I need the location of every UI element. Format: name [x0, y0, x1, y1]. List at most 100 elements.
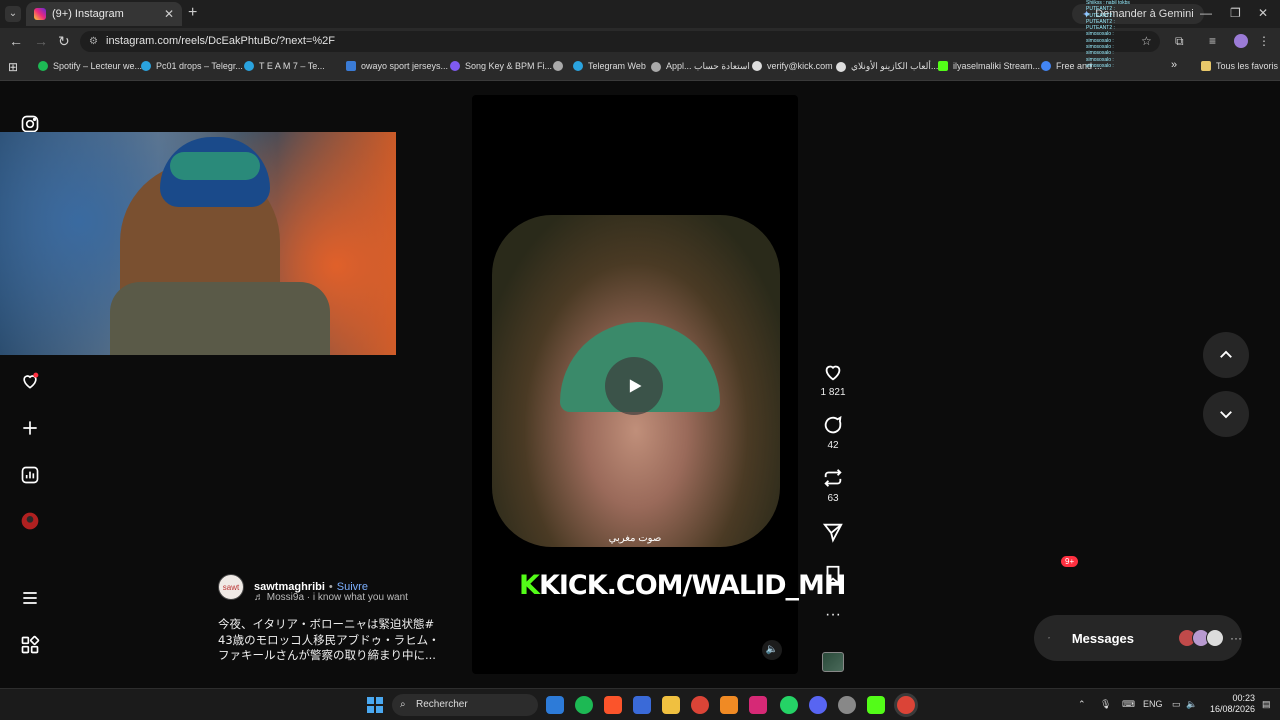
bookmark-item[interactable]: Pc01 drops – Telegr... — [141, 61, 243, 71]
share-action[interactable] — [818, 521, 848, 547]
kick-icon[interactable] — [867, 696, 885, 714]
menu-hamburger-icon[interactable] — [20, 588, 40, 608]
bookmarks-overflow-button[interactable]: » — [1171, 59, 1177, 71]
vlc-icon[interactable] — [720, 696, 738, 714]
bookmark-item[interactable]: T E A M 7 – Te... — [244, 61, 325, 71]
tab-instagram[interactable]: (9+) Instagram ✕ — [26, 2, 182, 26]
bookmark-item[interactable]: Appl... استعادة حساب — [651, 61, 750, 72]
maximize-icon[interactable]: ❐ — [1230, 6, 1241, 20]
edge-icon[interactable] — [633, 696, 651, 714]
music-note-icon — [450, 61, 460, 71]
messages-more-icon[interactable]: ··· — [1230, 631, 1242, 645]
telegram-icon — [244, 61, 254, 71]
kick-channel-url: KICK.COM/WALID_MH — [538, 570, 847, 601]
bookmark-item[interactable]: ألعاب الكازينو الأونلاي... — [836, 61, 938, 72]
notification-center-icon[interactable]: ▤ — [1262, 699, 1271, 710]
minimize-icon[interactable]: — — [1200, 6, 1212, 20]
brave-icon[interactable] — [604, 696, 622, 714]
dashboard-icon[interactable] — [20, 465, 40, 485]
instagram-logo-icon[interactable] — [20, 114, 40, 134]
extensions-icon[interactable]: ⧉ — [1175, 34, 1184, 49]
like-action[interactable]: 1 821 — [818, 361, 848, 398]
messages-button[interactable]: Messages ··· — [1034, 615, 1242, 661]
keyboard-icon[interactable]: ⌨ — [1122, 699, 1135, 710]
play-icon — [629, 379, 642, 393]
bookmark-item[interactable] — [553, 61, 568, 71]
file-explorer-icon[interactable] — [662, 696, 680, 714]
microphone-icon[interactable]: 🎙 — [1100, 699, 1111, 710]
bookmark-star-icon[interactable]: ☆ — [1141, 34, 1152, 48]
chevron-up-icon — [1220, 350, 1232, 358]
media-controls-icon[interactable]: ≡ — [1209, 34, 1216, 48]
spotify-icon[interactable] — [575, 696, 593, 714]
tab-search-menu-icon[interactable]: ⌄ — [5, 6, 21, 22]
casino-icon — [836, 61, 846, 72]
create-plus-icon[interactable] — [20, 418, 40, 438]
bookmark-item[interactable]: owayo sport jerseys... — [346, 61, 448, 71]
chrome-active-icon[interactable] — [897, 696, 915, 714]
chrome-web-icon — [1041, 61, 1051, 71]
comment-count: 42 — [827, 440, 839, 451]
comment-bubble-icon — [824, 415, 842, 434]
previous-reel-button[interactable] — [1203, 332, 1249, 378]
windows-start-icon[interactable] — [367, 697, 383, 713]
repost-action[interactable]: 63 — [818, 467, 848, 504]
network-icon[interactable]: ▭ — [1172, 699, 1181, 710]
site-info-icon[interactable]: ⚙ — [89, 31, 98, 52]
profile-avatar-icon[interactable] — [20, 511, 40, 531]
whatsapp-icon[interactable] — [780, 696, 798, 714]
next-reel-button[interactable] — [1203, 391, 1249, 437]
tab-title: (9+) Instagram — [52, 8, 124, 20]
volume-icon[interactable]: 🔈 — [1186, 699, 1197, 710]
globe-icon — [752, 61, 762, 71]
forward-arrow-icon[interactable]: → — [34, 33, 48, 49]
notifications-heart-icon[interactable] — [20, 371, 40, 391]
tray-overflow-icon[interactable]: ⌃ — [1078, 699, 1086, 710]
discord-icon[interactable] — [809, 696, 827, 714]
bookmark-item[interactable]: Telegram Web — [573, 61, 646, 71]
telegram-icon — [141, 61, 151, 71]
heart-icon — [825, 365, 841, 381]
globe-icon — [553, 61, 563, 71]
back-arrow-icon[interactable]: ← — [9, 33, 23, 49]
chrome-icon[interactable] — [691, 696, 709, 714]
taskbar-search-input[interactable]: ⌕ Rechercher — [392, 694, 538, 716]
bookmark-item[interactable]: verify@kick.com — [752, 61, 833, 71]
chevron-down-icon — [1220, 411, 1232, 419]
play-button[interactable] — [605, 357, 663, 415]
repost-count: 63 — [827, 493, 839, 504]
profile-avatar[interactable] — [1234, 34, 1248, 48]
audio-thumbnail[interactable] — [822, 652, 844, 672]
telegram-icon — [573, 61, 583, 71]
taskbar-clock[interactable]: 00:23 16/08/2026 — [1205, 693, 1255, 715]
close-window-icon[interactable]: ✕ — [1258, 6, 1268, 20]
browser-menu-icon[interactable]: ⋮ — [1258, 34, 1270, 48]
all-bookmarks-button[interactable]: Tous les favoris — [1201, 61, 1278, 71]
owayo-icon — [346, 61, 356, 71]
send-icon — [1048, 637, 1050, 639]
like-count: 1 821 — [820, 387, 846, 398]
reload-icon[interactable]: ↻ — [58, 33, 70, 50]
tab-close-icon[interactable]: ✕ — [164, 7, 174, 21]
apps-grid-icon[interactable]: ⊞ — [8, 60, 18, 74]
volume-icon[interactable]: 🔈 — [762, 640, 782, 660]
app-icon[interactable] — [838, 696, 856, 714]
shield-icon[interactable] — [546, 696, 564, 714]
bookmark-item[interactable]: Song Key & BPM Fi... — [450, 61, 552, 71]
more-options-icon[interactable]: ··· — [818, 606, 848, 624]
kick-icon — [938, 61, 948, 71]
stream-chat-overlay: Shiikss : nabil tokbsha ghalya PUTEANT2 … — [1086, 0, 1130, 69]
new-tab-button[interactable]: + — [188, 4, 197, 22]
repost-icon — [824, 469, 842, 487]
reel-audio-link[interactable]: ♬ Mossi9a · i know what you want — [254, 592, 408, 603]
messages-notification-badge: 9+ — [1061, 556, 1079, 567]
more-apps-icon[interactable] — [20, 635, 40, 655]
bookmark-item[interactable]: ilyaselmaliki Stream... — [938, 61, 1040, 71]
url-input[interactable]: ⚙ instagram.com/reels/DcEakPhtuBc/?next=… — [80, 31, 1160, 52]
bookmark-item[interactable]: Spotify – Lecteur we... — [38, 61, 142, 71]
music-note-icon: ♬ — [254, 592, 267, 603]
language-indicator[interactable]: ENG — [1143, 699, 1163, 709]
comment-action[interactable]: 42 — [818, 414, 848, 451]
author-avatar[interactable]: sawt — [218, 574, 244, 600]
instagram-icon[interactable] — [749, 696, 767, 714]
